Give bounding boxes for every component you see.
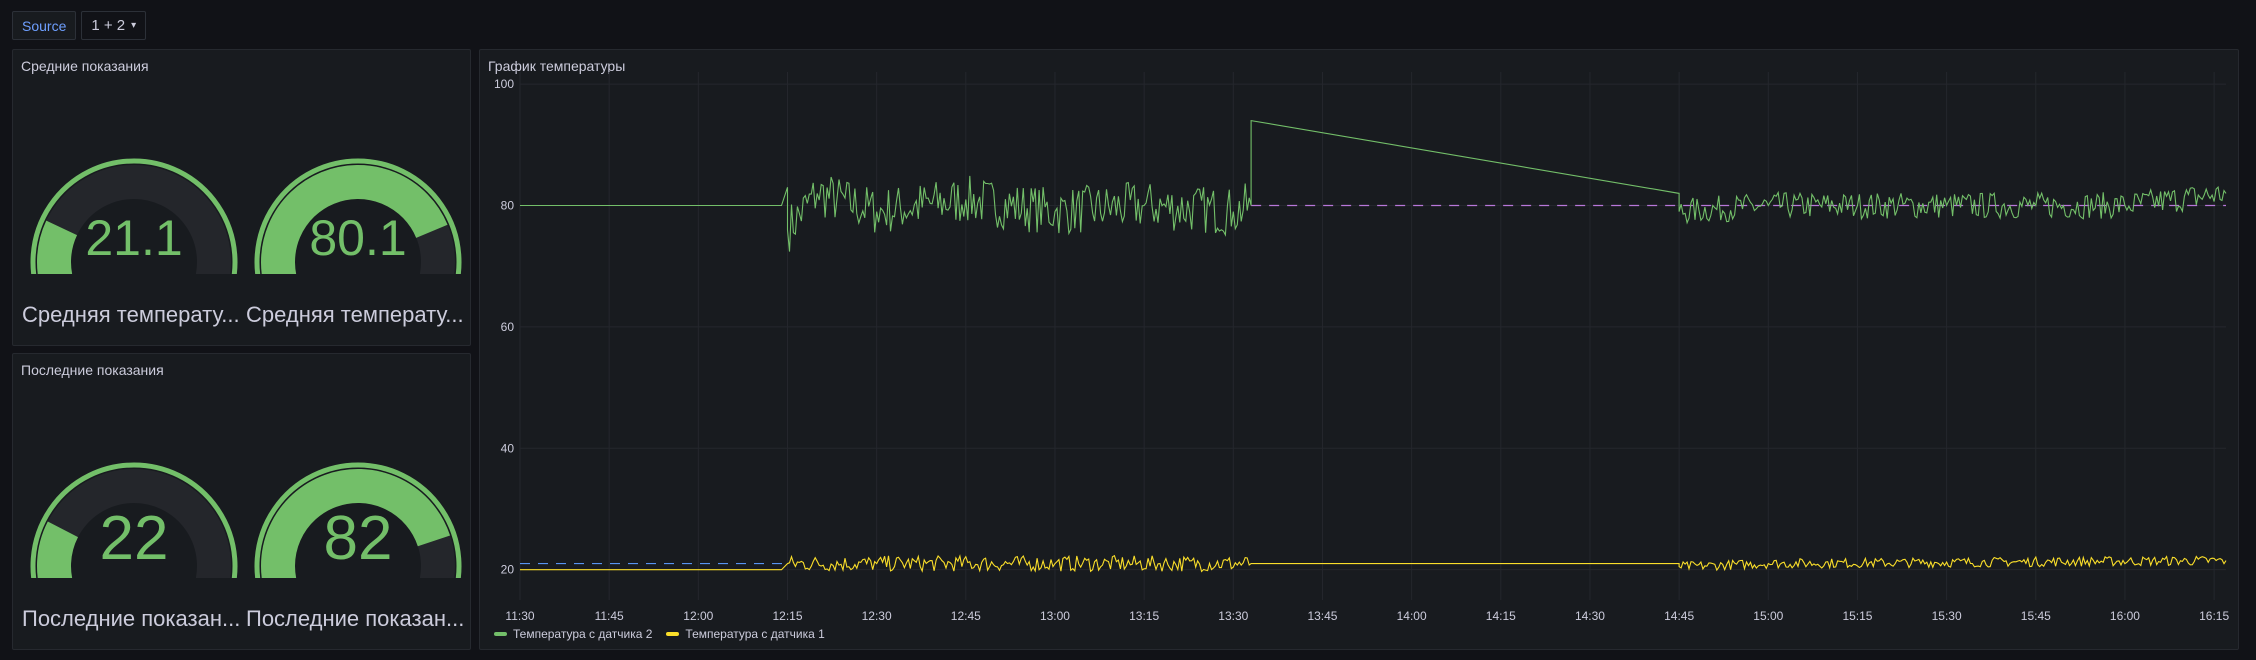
panel-title: Последние показания xyxy=(21,362,164,378)
gauge-label-last-1: Последние показан... xyxy=(22,606,241,631)
svg-text:80.1: 80.1 xyxy=(309,210,406,266)
gauge-label-average-1: Средняя температу... xyxy=(22,302,240,327)
x-tick-label: 14:45 xyxy=(1664,609,1694,622)
x-tick-label: 16:15 xyxy=(2199,609,2229,622)
y-tick-label: 60 xyxy=(501,320,515,334)
x-tick-label: 11:30 xyxy=(505,609,534,622)
x-tick-label: 11:45 xyxy=(595,609,624,622)
legend-item-sensor-2[interactable]: Температура с датчика 2 xyxy=(494,627,652,641)
gauge-value: 21.1 xyxy=(85,210,182,266)
gauge-value: 80.1 xyxy=(309,210,406,266)
gauge-last-sensor-1: 22 xyxy=(23,428,245,578)
x-tick-label: 13:00 xyxy=(1040,609,1070,622)
x-tick-label: 16:00 xyxy=(2110,609,2140,622)
x-tick-label: 14:30 xyxy=(1575,609,1605,622)
panel-temperature-chart: График температуры 11:30 11:45 12:00 12:15 1… xyxy=(479,49,2239,650)
source-variable-label: Source xyxy=(12,11,77,40)
x-tick-label: 15:45 xyxy=(2021,609,2051,622)
x-tick-label: 15:30 xyxy=(1932,609,1962,622)
x-tick-label: 14:00 xyxy=(1397,609,1427,622)
gauge-label-last-2: Последние показан... xyxy=(246,606,465,631)
y-tick-label: 80 xyxy=(501,199,515,213)
x-tick-label: 12:00 xyxy=(683,609,713,622)
legend-label: Температура с датчика 2 xyxy=(513,627,653,641)
legend-label: Температура с датчика 1 xyxy=(685,627,825,641)
svg-text:21.1: 21.1 xyxy=(85,210,182,266)
gauge-label-average-2: Средняя температу... xyxy=(246,302,464,327)
x-tick-label: 15:15 xyxy=(1842,609,1872,622)
y-tick-label: 20 xyxy=(501,563,515,577)
x-tick-label: 13:45 xyxy=(1307,609,1337,622)
series-line xyxy=(520,119,2227,252)
gauge-value: 22 xyxy=(100,504,169,573)
svg-text:82: 82 xyxy=(324,504,393,573)
legend-item-sensor-1[interactable]: Температура с датчика 1 xyxy=(666,627,825,641)
x-tick-label: 13:15 xyxy=(1129,609,1159,622)
y-tick-label: 100 xyxy=(494,77,514,91)
chart-legend: Температура с датчика 2 Температура с да… xyxy=(494,627,825,641)
source-variable-value: 1 + 2 xyxy=(91,17,126,34)
chevron-down-icon: ▾ xyxy=(131,20,137,31)
panel-title: Средние показания xyxy=(21,58,149,74)
variable-bar: Source 1 + 2 ▾ xyxy=(12,11,147,40)
y-tick-label: 40 xyxy=(501,441,515,455)
x-tick-label: 12:15 xyxy=(772,609,802,622)
legend-swatch xyxy=(494,632,507,636)
legend-swatch xyxy=(666,632,680,636)
source-variable-select[interactable]: 1 + 2 ▾ xyxy=(81,11,147,40)
x-tick-label: 12:30 xyxy=(862,609,892,622)
x-tick-label: 14:15 xyxy=(1486,609,1516,622)
x-tick-label: 12:45 xyxy=(951,609,981,622)
gauge-last-sensor-2: 82 xyxy=(247,428,469,578)
gauge-value: 82 xyxy=(324,504,393,573)
x-tick-label: 13:30 xyxy=(1218,609,1248,622)
svg-text:22: 22 xyxy=(100,504,169,573)
x-tick-label: 15:00 xyxy=(1753,609,1783,622)
temperature-line-chart: 11:30 11:45 12:00 12:15 12:30 12:45 13:00 13:15… xyxy=(494,72,2229,622)
